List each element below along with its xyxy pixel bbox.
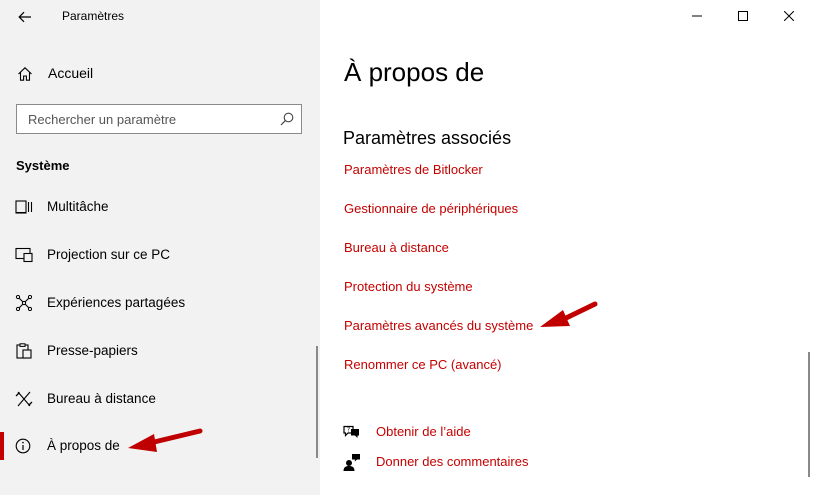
search-icon — [280, 112, 294, 126]
sidebar-item-clipboard[interactable]: Presse-papiers — [0, 331, 314, 371]
sidebar-item-remote-desktop[interactable]: Bureau à distance — [0, 379, 314, 419]
main-panel: À propos de Paramètres associés Paramètr… — [320, 0, 814, 495]
get-help-label: Obtenir de l’aide — [376, 424, 471, 439]
app-title: Paramètres — [62, 9, 125, 23]
minimize-icon — [692, 15, 702, 17]
clipboard-icon — [16, 343, 32, 359]
give-feedback-link[interactable]: Donner des commentaires — [342, 452, 662, 474]
home-icon — [18, 67, 32, 81]
selection-indicator — [0, 432, 4, 460]
get-help-link[interactable]: ? Obtenir de l’aide — [342, 422, 662, 444]
sidebar-item-about[interactable]: À propos de — [0, 426, 314, 466]
link-bitlocker-settings[interactable]: Paramètres de Bitlocker — [344, 162, 483, 177]
search-input[interactable]: Rechercher un paramètre — [16, 104, 302, 134]
minimize-button[interactable] — [674, 0, 720, 32]
link-system-protection[interactable]: Protection du système — [344, 279, 473, 294]
home-nav-item[interactable]: Accueil — [0, 58, 320, 90]
info-icon — [15, 438, 31, 454]
section-title: Système — [16, 158, 70, 173]
remote-desktop-icon — [15, 391, 33, 407]
annotation-arrow-advanced — [540, 301, 598, 327]
projection-icon — [15, 247, 33, 263]
sidebar-item-label: À propos de — [47, 438, 120, 453]
link-rename-pc[interactable]: Renommer ce PC (avancé) — [344, 357, 502, 372]
link-device-manager[interactable]: Gestionnaire de périphériques — [344, 201, 518, 216]
link-remote-desktop[interactable]: Bureau à distance — [344, 240, 449, 255]
main-scrollbar[interactable] — [808, 352, 810, 477]
shared-experiences-icon — [15, 295, 33, 311]
related-settings-title: Paramètres associés — [343, 128, 512, 148]
sidebar-scrollbar[interactable] — [316, 346, 318, 458]
close-button[interactable] — [766, 0, 812, 32]
maximize-icon — [738, 11, 748, 21]
maximize-button[interactable] — [720, 0, 766, 32]
sidebar-item-label: Presse-papiers — [47, 343, 138, 358]
page-title: À propos de — [344, 57, 485, 87]
back-button[interactable] — [10, 4, 40, 30]
sidebar-item-label: Bureau à distance — [47, 391, 156, 406]
sidebar-item-projection[interactable]: Projection sur ce PC — [0, 235, 314, 275]
multitask-icon — [15, 200, 33, 214]
sidebar-item-shared-experiences[interactable]: Expériences partagées — [0, 283, 314, 323]
give-feedback-label: Donner des commentaires — [376, 454, 529, 469]
sidebar-item-multitasking[interactable]: Multitâche — [0, 187, 314, 227]
back-arrow-icon — [18, 11, 31, 23]
search-placeholder: Rechercher un paramètre — [28, 112, 177, 127]
home-label: Accueil — [48, 65, 94, 81]
sidebar: Paramètres Accueil Rechercher un paramèt… — [0, 0, 320, 495]
sidebar-item-label: Projection sur ce PC — [47, 247, 171, 262]
link-advanced-system-settings[interactable]: Paramètres avancés du système — [344, 318, 533, 333]
sidebar-item-label: Multitâche — [47, 199, 109, 214]
sidebar-item-label: Expériences partagées — [47, 295, 186, 310]
close-icon — [784, 11, 794, 21]
svg-text:?: ? — [347, 427, 350, 434]
help-chat-icon: ? — [343, 425, 359, 438]
feedback-icon — [343, 454, 360, 471]
